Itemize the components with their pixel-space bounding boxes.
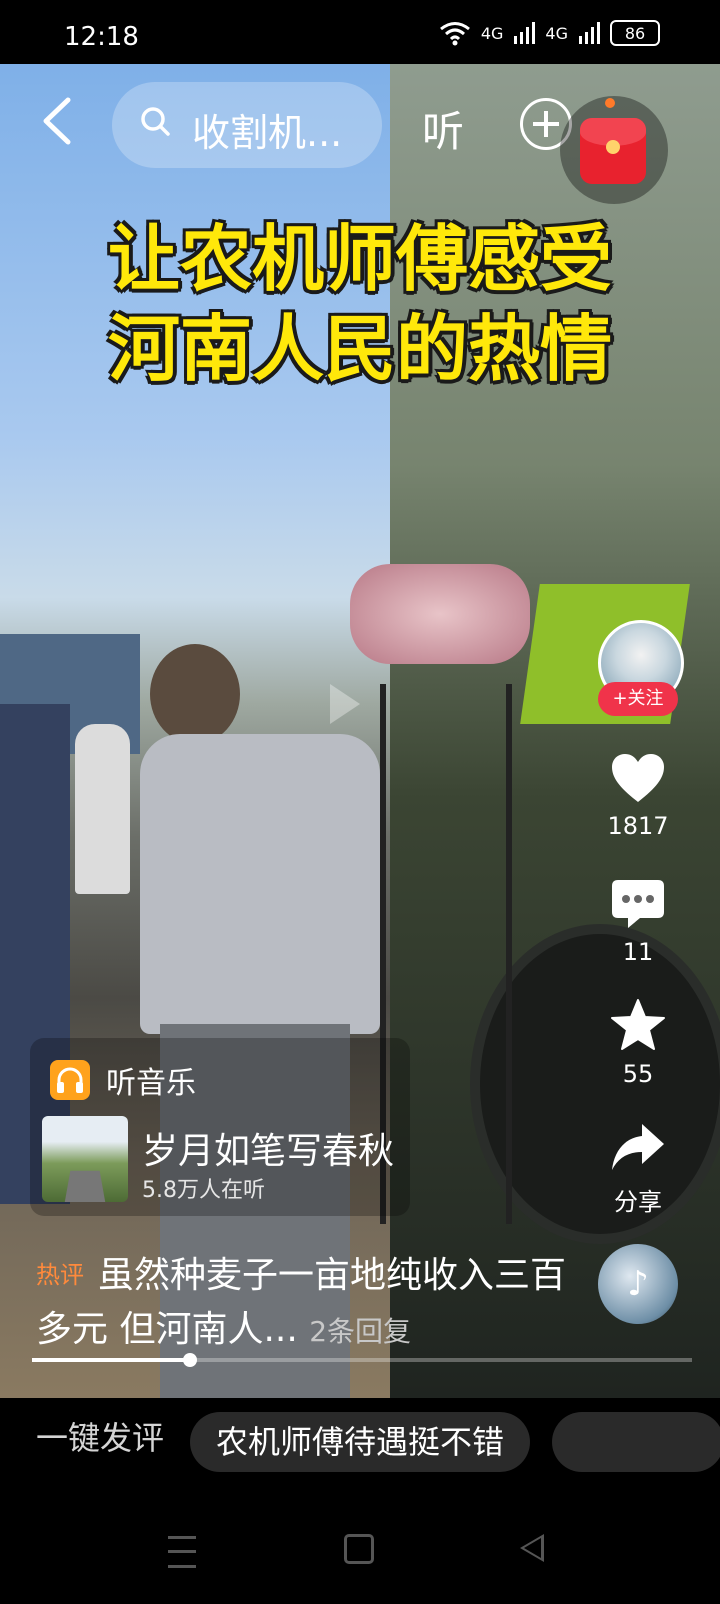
share-button[interactable]: 分享: [598, 1122, 678, 1217]
search-box[interactable]: 收割机...: [112, 82, 382, 168]
like-button[interactable]: 1817: [598, 752, 678, 840]
comment-button[interactable]: 11: [598, 878, 678, 966]
search-query: 收割机...: [192, 111, 343, 155]
menu-icon[interactable]: [168, 1536, 196, 1568]
listen-button[interactable]: 听: [422, 98, 464, 159]
song-cover: [42, 1116, 128, 1202]
signal-icon: [514, 22, 536, 44]
music-section-label: 听音乐: [106, 1066, 196, 1101]
like-count: 1817: [607, 812, 669, 840]
status-time: 12:18: [64, 22, 139, 52]
quick-comment-bar: 一键发评 农机师傅待遇挺不错: [0, 1398, 720, 1508]
network-label-1: 4G: [480, 23, 504, 43]
video-progress-bar[interactable]: [32, 1353, 692, 1367]
hot-comment[interactable]: 热评 虽然种麦子一亩地纯收入三百多元 但河南人... 2条回复: [36, 1248, 596, 1359]
comment-count: 11: [622, 938, 654, 966]
song-listeners: 5.8万人在听: [142, 1178, 265, 1203]
heart-icon: [612, 754, 664, 802]
scene-background-person: [75, 724, 130, 894]
quick-comment-chip-partial[interactable]: [552, 1412, 720, 1472]
caption-line-1: 让农机师傅感受: [107, 217, 612, 301]
back-arrow-icon[interactable]: [38, 96, 74, 146]
back-triangle-icon[interactable]: [520, 1534, 544, 1562]
caption-line-2: 河南人民的热情: [107, 307, 612, 391]
music-disc-icon[interactable]: ♪: [598, 1244, 678, 1324]
home-icon[interactable]: [344, 1534, 374, 1564]
system-nav-bar: [0, 1508, 720, 1604]
battery-level: 86: [624, 23, 646, 43]
star-icon: [611, 999, 665, 1050]
search-icon: [141, 107, 170, 136]
network-label-2: 4G: [545, 23, 568, 43]
share-label: 分享: [614, 1188, 662, 1216]
signal-icon: [579, 22, 600, 44]
favorite-button[interactable]: 55: [598, 998, 678, 1088]
music-header: 听音乐: [50, 1058, 196, 1102]
hot-comment-text: 虽然种麦子一亩地纯收入三百多元 但河南人...: [36, 1255, 567, 1350]
battery-indicator: 86: [610, 20, 660, 46]
share-arrow-icon: [612, 1124, 664, 1170]
hot-comment-tag: 热评: [36, 1261, 84, 1289]
headphone-icon: [50, 1060, 90, 1100]
red-packet-button[interactable]: [560, 96, 668, 204]
follow-button[interactable]: +关注: [598, 682, 678, 716]
status-icons: 4G 4G 86: [439, 20, 660, 46]
music-card[interactable]: 听音乐 岁月如笔写春秋 5.8万人在听: [30, 1038, 410, 1216]
song-title: 岁月如笔写春秋: [142, 1131, 395, 1172]
quick-comment-label: 一键发评: [36, 1419, 165, 1457]
red-packet-icon: [580, 118, 646, 184]
quick-comment-chip[interactable]: 农机师傅待遇挺不错: [190, 1412, 531, 1472]
comment-icon: [612, 880, 664, 928]
hot-comment-replies[interactable]: 2条回复: [309, 1315, 411, 1348]
play-icon: [330, 684, 360, 724]
wifi-icon: [439, 22, 470, 46]
status-bar: 12:18 4G 4G 86: [0, 0, 720, 64]
favorite-count: 55: [622, 1060, 654, 1088]
notification-dot: [605, 98, 615, 108]
video-caption: 让农机师傅感受 河南人民的热情: [0, 214, 720, 394]
progress-fill: [32, 1358, 191, 1362]
